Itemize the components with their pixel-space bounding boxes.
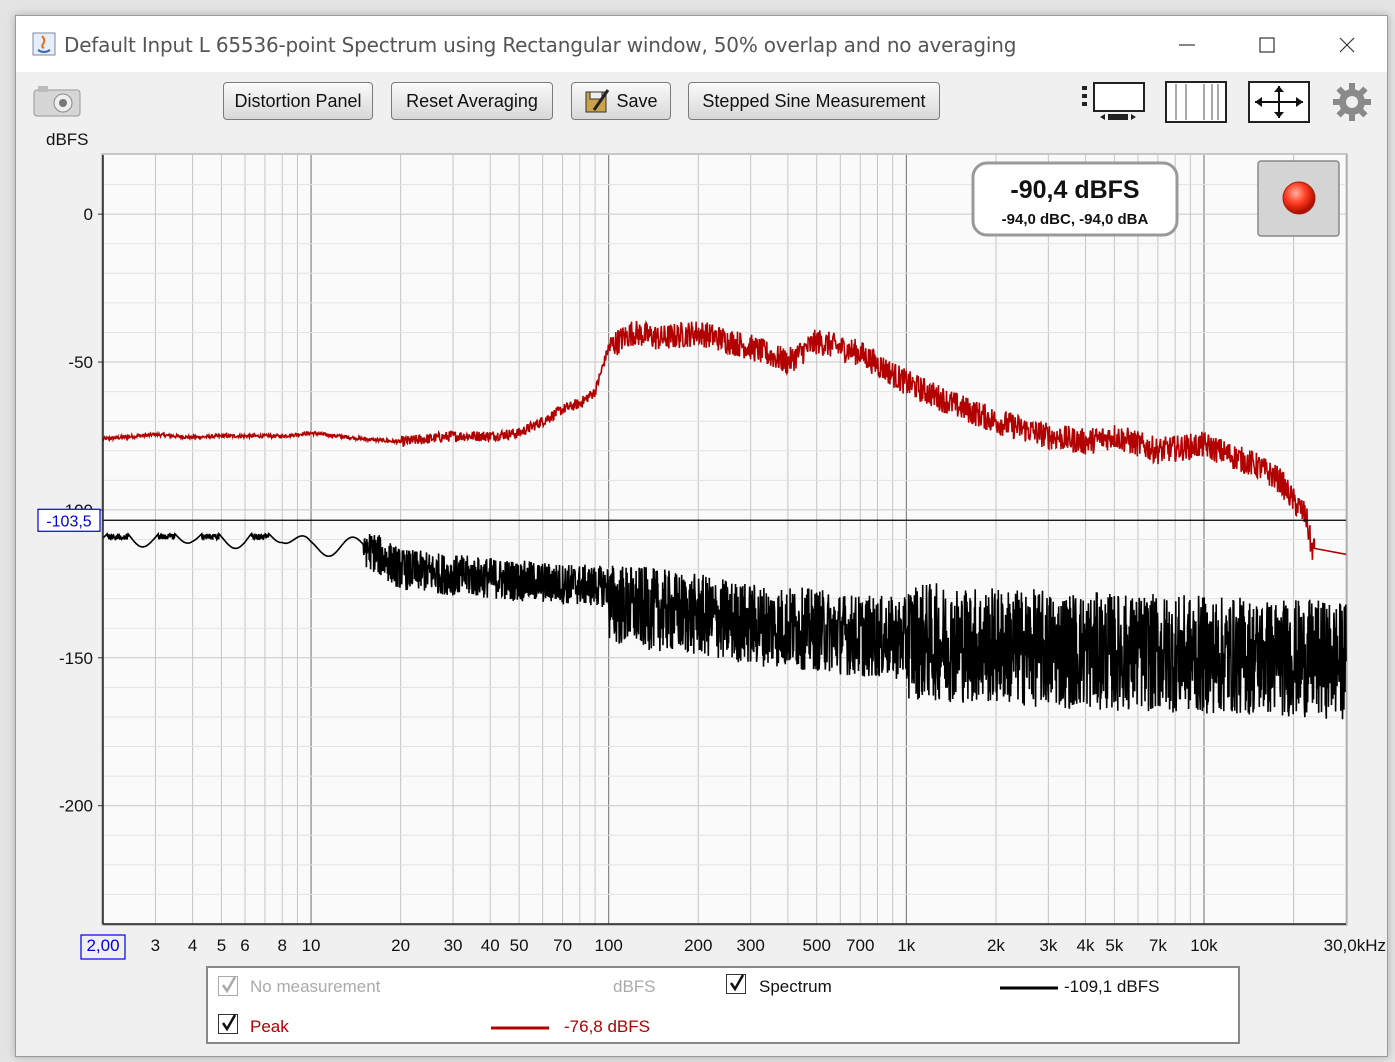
x-tick-label: 4k	[1077, 936, 1095, 955]
x-tick-label: 6	[240, 936, 249, 955]
spectrum-checkbox[interactable]	[726, 974, 746, 994]
x-tick-label: 7k	[1149, 936, 1167, 955]
legend-panel: No measurement dBFS Spectrum -109,1 dBFS…	[206, 966, 1240, 1044]
cursor-value-label: -103,5	[46, 513, 91, 530]
x-tick-label: 5k	[1105, 936, 1123, 955]
peak-label: Peak	[250, 1017, 289, 1036]
y-tick-label: 0	[84, 205, 93, 224]
peak-legend-swatch	[491, 1026, 549, 1030]
spectrum-value: -109,1 dBFS	[1064, 977, 1160, 996]
x-tick-label: 40	[481, 936, 500, 955]
peak-checkbox[interactable]	[218, 1014, 238, 1034]
x-tick-label: 100	[595, 936, 623, 955]
x-tick-label: 4	[188, 936, 197, 955]
x-tick-label: 10	[302, 936, 321, 955]
x-tick-label: 700	[846, 936, 874, 955]
no-measurement-unit: dBFS	[613, 977, 656, 996]
spectrum-legend-swatch	[1000, 986, 1058, 990]
x-tick-label: 500	[803, 936, 831, 955]
x-tick-label: 5	[217, 936, 226, 955]
x-tick-label: 30,0kHz	[1324, 936, 1386, 955]
y-tick-label: -200	[59, 797, 93, 816]
x-tick-label: 1k	[897, 936, 915, 955]
x-tick-label: 3k	[1039, 936, 1057, 955]
x-tick-label: 8	[277, 936, 286, 955]
x-tick-label: 50	[510, 936, 529, 955]
x-tick-label: 2,00	[86, 936, 119, 955]
x-tick-label: 10k	[1190, 936, 1218, 955]
no-measurement-checkbox	[218, 976, 238, 996]
record-indicator-icon	[1282, 181, 1316, 215]
x-tick-label: 30	[444, 936, 463, 955]
x-tick-label: 300	[737, 936, 765, 955]
x-tick-label: 2k	[987, 936, 1005, 955]
spectrum-chart[interactable]: 0-50-100-150-2002,0034568102030405070100…	[16, 16, 1387, 966]
x-tick-label: 20	[391, 936, 410, 955]
y-tick-label: -50	[68, 353, 93, 372]
x-tick-label: 3	[151, 936, 160, 955]
spectrum-window: Default Input L 65536-point Spectrum usi…	[15, 15, 1388, 1057]
peak-value: -76,8 dBFS	[564, 1017, 650, 1036]
spectrum-label: Spectrum	[759, 977, 832, 996]
readout-main: -90,4 dBFS	[1010, 176, 1139, 204]
no-measurement-label: No measurement	[250, 977, 381, 996]
readout-sub: -94,0 dBC, -94,0 dBA	[1002, 211, 1149, 228]
y-tick-label: -150	[59, 649, 93, 668]
x-tick-label: 200	[684, 936, 712, 955]
x-tick-label: 70	[553, 936, 572, 955]
